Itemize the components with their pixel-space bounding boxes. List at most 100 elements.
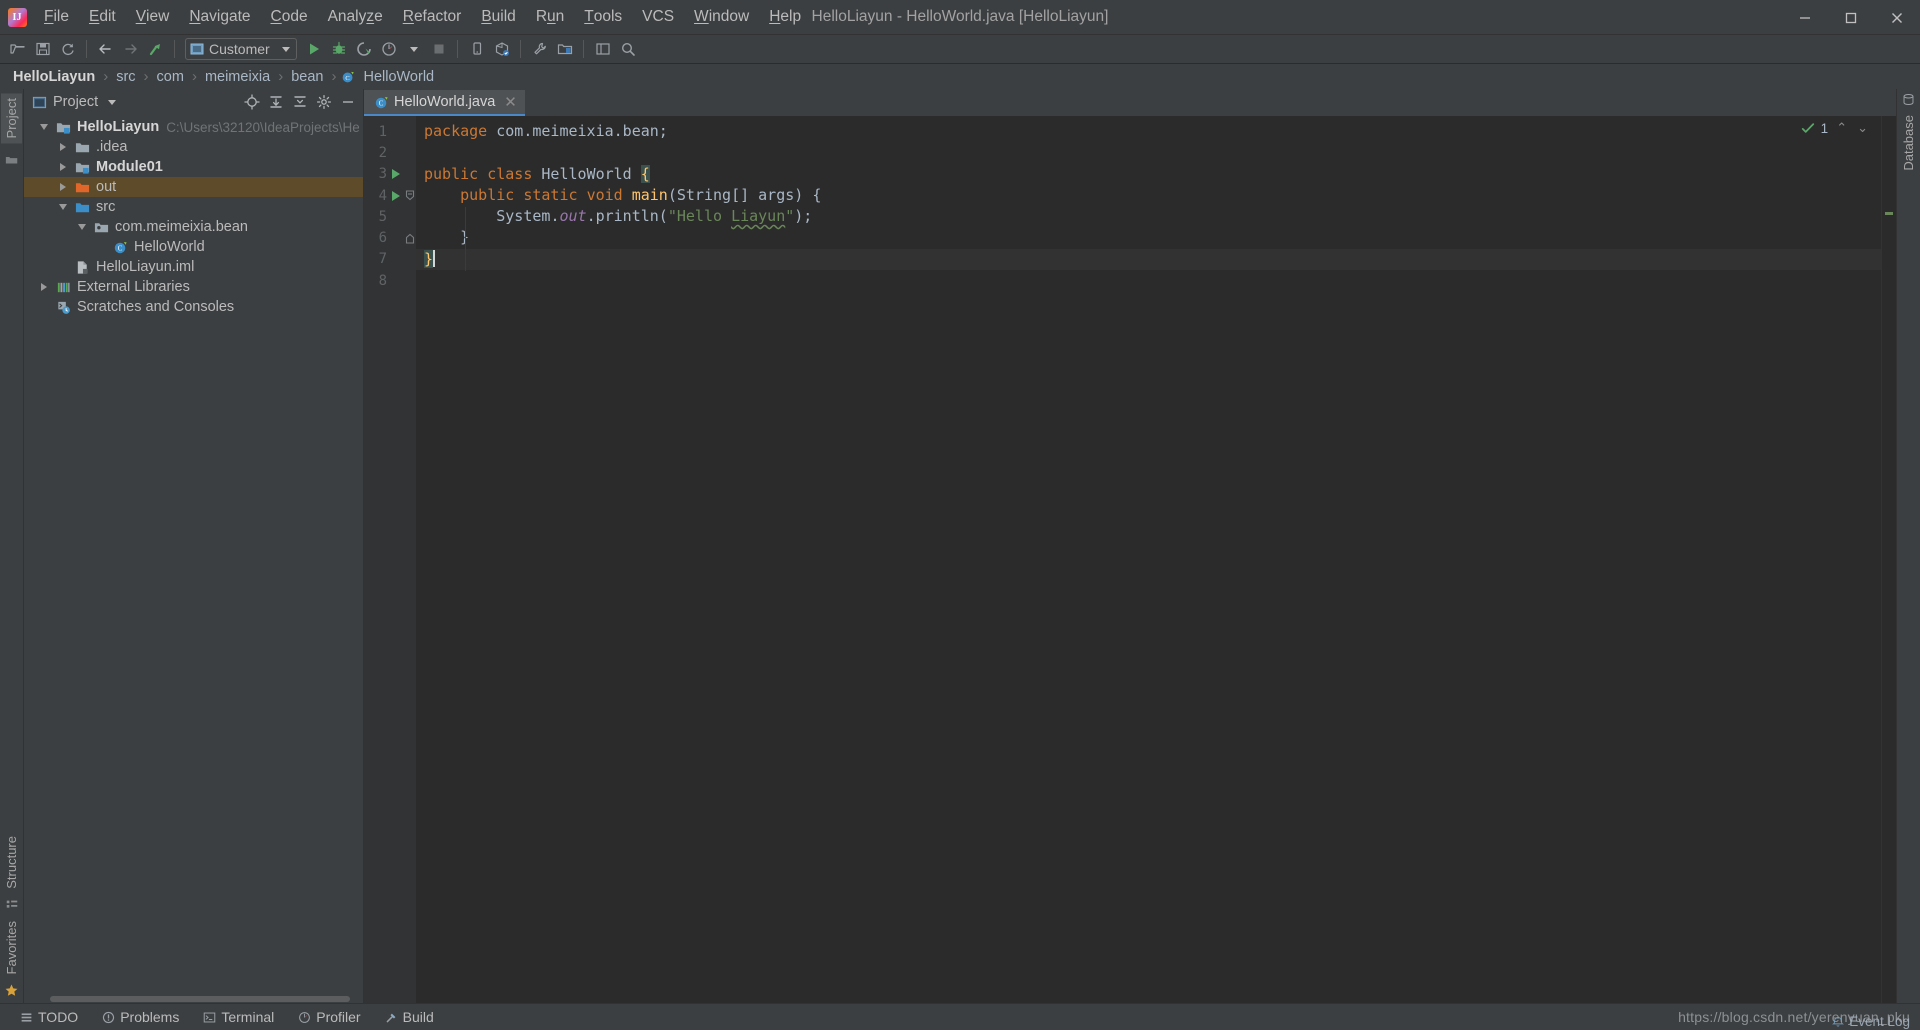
breadcrumb-item-com[interactable]: com (154, 69, 187, 85)
project-tree-hscrollbar[interactable] (24, 994, 360, 1003)
project-view-chevron-down-icon[interactable] (108, 99, 117, 105)
open-folder-icon[interactable] (5, 37, 30, 62)
chevron-right-icon[interactable] (53, 183, 73, 191)
gutter-line[interactable]: 4 (364, 185, 416, 206)
settings-gear-icon[interactable] (313, 91, 335, 113)
editor-tab-helloworld[interactable]: C HelloWorld.java ✕ (364, 90, 525, 116)
expand-all-icon[interactable] (265, 91, 287, 113)
menu-item-code[interactable]: Code (261, 0, 318, 34)
breadcrumb-item-meimeixia[interactable]: meimeixia (202, 69, 273, 85)
inspection-ok-icon[interactable] (1801, 121, 1815, 135)
menu-item-build[interactable]: Build (471, 0, 525, 34)
status-item-problems[interactable]: Problems (90, 1006, 191, 1029)
event-log-button[interactable]: Event Log (1832, 1014, 1910, 1029)
gutter-line[interactable]: 3 (364, 164, 416, 185)
chevron-down-icon[interactable] (282, 46, 290, 52)
breadcrumb-item-helloworld[interactable]: HelloWorld (360, 69, 437, 85)
menu-item-window[interactable]: Window (684, 0, 759, 34)
code-line[interactable]: public static void main(String[] args) { (416, 185, 1881, 206)
project-structure-icon[interactable] (552, 37, 577, 62)
gutter-line[interactable]: 1 (364, 121, 416, 142)
run-gutter-icon[interactable] (389, 190, 403, 201)
search-everywhere-icon[interactable] (615, 37, 640, 62)
menu-item-file[interactable]: File (34, 0, 79, 34)
run-gutter-icon[interactable] (389, 169, 403, 180)
database-icon[interactable] (1902, 93, 1915, 106)
menu-item-tools[interactable]: Tools (574, 0, 632, 34)
tree-node-external-libraries[interactable]: External Libraries (24, 277, 363, 297)
favorites-star-icon[interactable] (4, 983, 19, 998)
tree-node-helloliayun-iml[interactable]: HelloLiayun.iml (24, 257, 363, 277)
chevron-down-icon[interactable] (72, 224, 92, 230)
editor-gutter[interactable]: 1 2 3 4 5 6 7 8 (364, 116, 416, 1003)
menu-item-view[interactable]: View (126, 0, 180, 34)
menu-item-refactor[interactable]: Refactor (393, 0, 472, 34)
arrow-left-icon[interactable] (93, 37, 118, 62)
code-line[interactable]: System.out.println("Hello Liayun"); (416, 206, 1881, 227)
maximize-button[interactable] (1828, 0, 1874, 35)
breadcrumb-item-helloliayun[interactable]: HelloLiayun (10, 69, 98, 85)
minimize-button[interactable] (1782, 0, 1828, 35)
tree-node-com-meimeixia-bean[interactable]: com.meimeixia.bean (24, 217, 363, 237)
chevron-right-icon[interactable] (53, 163, 73, 171)
structure-icon[interactable] (5, 898, 19, 912)
refresh-icon[interactable] (55, 37, 80, 62)
layout-icon[interactable] (590, 37, 615, 62)
debug-icon[interactable] (326, 37, 351, 62)
menu-item-analyze[interactable]: Analy z e (318, 0, 393, 34)
code-line[interactable]: package com.meimeixia.bean; (416, 121, 1881, 142)
chevron-down-icon[interactable]: ⌄ (1855, 120, 1870, 136)
status-item-terminal[interactable]: Terminal (191, 1006, 286, 1029)
tree-node--idea[interactable]: .idea (24, 137, 363, 157)
menu-item-navigate[interactable]: Navigate (179, 0, 260, 34)
stripe-mark[interactable] (1885, 212, 1893, 215)
profiler-icon[interactable] (376, 37, 401, 62)
tool-window-tab-favorites[interactable]: Favorites (1, 916, 22, 979)
tool-window-tab-project[interactable]: Project (1, 93, 22, 144)
code-line[interactable]: } (416, 227, 1881, 248)
gutter-line[interactable]: 5 (364, 206, 416, 227)
profiler-dropdown-icon[interactable] (401, 37, 426, 62)
device-manager-icon[interactable] (464, 37, 489, 62)
menu-item-help[interactable]: Help (759, 0, 811, 34)
tree-node-out[interactable]: out (24, 177, 363, 197)
hide-panel-icon[interactable] (337, 91, 359, 113)
code-line[interactable]: public class HelloWorld { (416, 164, 1881, 185)
wrench-settings-icon[interactable] (527, 37, 552, 62)
code-line[interactable]: } (416, 248, 1881, 271)
scrollbar-thumb[interactable] (50, 996, 350, 1002)
chevron-down-icon[interactable] (34, 124, 54, 130)
code-fold-icon[interactable] (403, 233, 416, 244)
close-icon[interactable]: ✕ (504, 93, 517, 111)
gutter-line[interactable]: 6 (364, 227, 416, 248)
menu-item-edit[interactable]: Edit (79, 0, 126, 34)
breadcrumb-item-bean[interactable]: bean (288, 69, 326, 85)
gutter-line[interactable]: 2 (364, 142, 416, 163)
chevron-right-icon[interactable] (53, 143, 73, 151)
collapse-all-icon[interactable] (289, 91, 311, 113)
breadcrumb-item-src[interactable]: src (113, 69, 138, 85)
save-icon[interactable] (30, 37, 55, 62)
menu-item-vcs[interactable]: VCS (632, 0, 684, 34)
tool-window-tab-database[interactable]: Database (1898, 110, 1919, 176)
run-configuration-selector[interactable]: Customer (185, 38, 297, 60)
tree-node-scratches-and-consoles[interactable]: Scratches and Consoles (24, 297, 363, 317)
tree-node-helloworld[interactable]: C HelloWorld (24, 237, 363, 257)
gutter-line[interactable]: 8 (364, 270, 416, 291)
chevron-up-icon[interactable]: ⌃ (1834, 120, 1849, 136)
run-with-coverage-icon[interactable] (351, 37, 376, 62)
code-content[interactable]: package com.meimeixia.bean; public class… (416, 116, 1881, 1003)
chevron-right-icon[interactable] (34, 283, 54, 291)
tree-node-module01[interactable]: Module01 (24, 157, 363, 177)
status-item-todo[interactable]: TODO (8, 1006, 90, 1029)
status-item-profiler[interactable]: Profiler (286, 1006, 372, 1029)
structure-stub-icon[interactable] (5, 153, 19, 167)
tree-node-src[interactable]: src (24, 197, 363, 217)
code-line[interactable] (416, 270, 1881, 291)
code-line[interactable] (416, 142, 1881, 163)
gutter-line[interactable]: 7 (364, 249, 416, 270)
code-fold-icon[interactable] (403, 190, 416, 201)
jump-to-source-icon[interactable] (143, 37, 168, 62)
sync-project-icon[interactable] (489, 37, 514, 62)
status-item-build[interactable]: Build (373, 1006, 446, 1029)
